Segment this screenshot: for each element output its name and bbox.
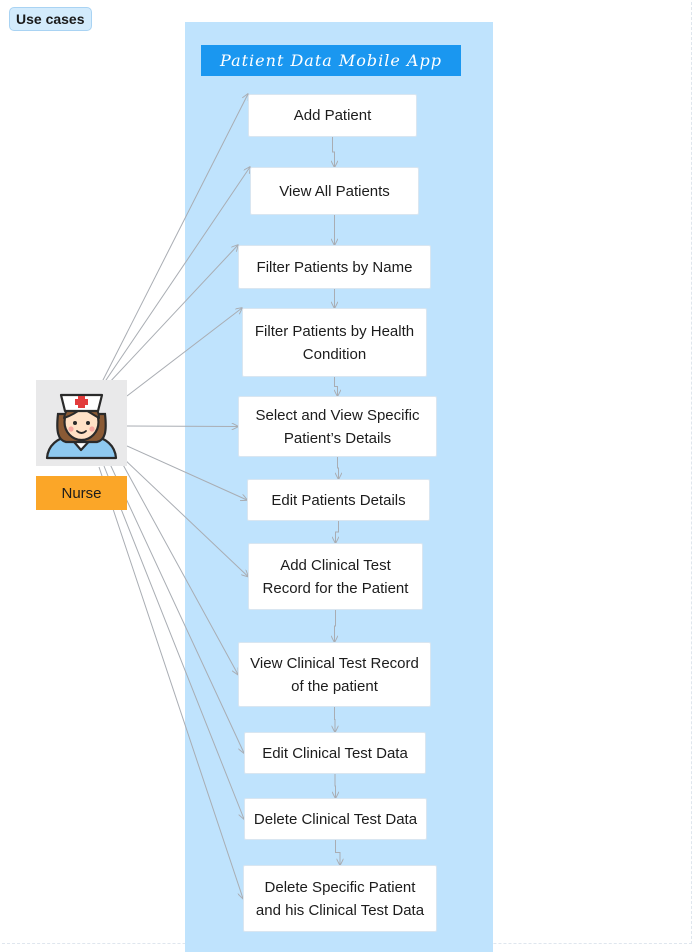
edge-flow-uc8-uc9	[335, 707, 336, 732]
edge-actor-uc11	[98, 466, 243, 899]
edge-actor-uc6	[126, 445, 247, 500]
edge-actor-uc3	[107, 245, 238, 385]
edge-flow-uc10-uc11	[335, 840, 341, 865]
edge-actor-uc10	[103, 465, 244, 819]
edge-flow-uc1-uc2	[333, 137, 335, 167]
edge-flow-uc6-uc7	[336, 521, 339, 543]
actor-nurse[interactable]	[36, 380, 127, 466]
edge-flow-uc9-uc10	[335, 774, 336, 798]
use-case-add-clinical-test-record[interactable]: Add Clinical Test Record for the Patient	[248, 543, 423, 610]
use-case-view-clinical-test-record[interactable]: View Clinical Test Record of the patient	[238, 642, 431, 707]
use-case-view-all-patients[interactable]: View All Patients	[250, 167, 419, 215]
edge-actor-uc1	[101, 94, 248, 383]
actor-label: Nurse	[36, 476, 127, 510]
edge-actor-uc2	[103, 167, 250, 384]
use-case-filter-by-health-condition[interactable]: Filter Patients by Health Condition	[242, 308, 427, 377]
use-case-edit-patient-details[interactable]: Edit Patients Details	[247, 479, 430, 521]
edge-flow-uc7-uc8	[335, 610, 336, 642]
use-case-delete-patient-and-tests[interactable]: Delete Specific Patient and his Clinical…	[243, 865, 437, 932]
edge-actor-uc8	[120, 460, 238, 675]
edge-actor-uc7	[122, 457, 248, 577]
edge-flow-uc5-uc6	[338, 457, 339, 479]
use-case-view-patient-details[interactable]: Select and View Specific Patient’s Detai…	[238, 396, 437, 457]
edge-actor-uc4	[126, 308, 242, 397]
edge-actor-uc9	[109, 463, 244, 753]
use-case-filter-by-name[interactable]: Filter Patients by Name	[238, 245, 431, 289]
edge-flow-uc4-uc5	[334, 377, 338, 396]
nurse-icon	[45, 393, 118, 460]
use-case-edit-clinical-test-data[interactable]: Edit Clinical Test Data	[244, 732, 426, 774]
use-case-delete-clinical-test-data[interactable]: Delete Clinical Test Data	[244, 798, 427, 840]
use-case-add-patient[interactable]: Add Patient	[248, 94, 417, 137]
edge-actor-uc5	[126, 426, 238, 427]
